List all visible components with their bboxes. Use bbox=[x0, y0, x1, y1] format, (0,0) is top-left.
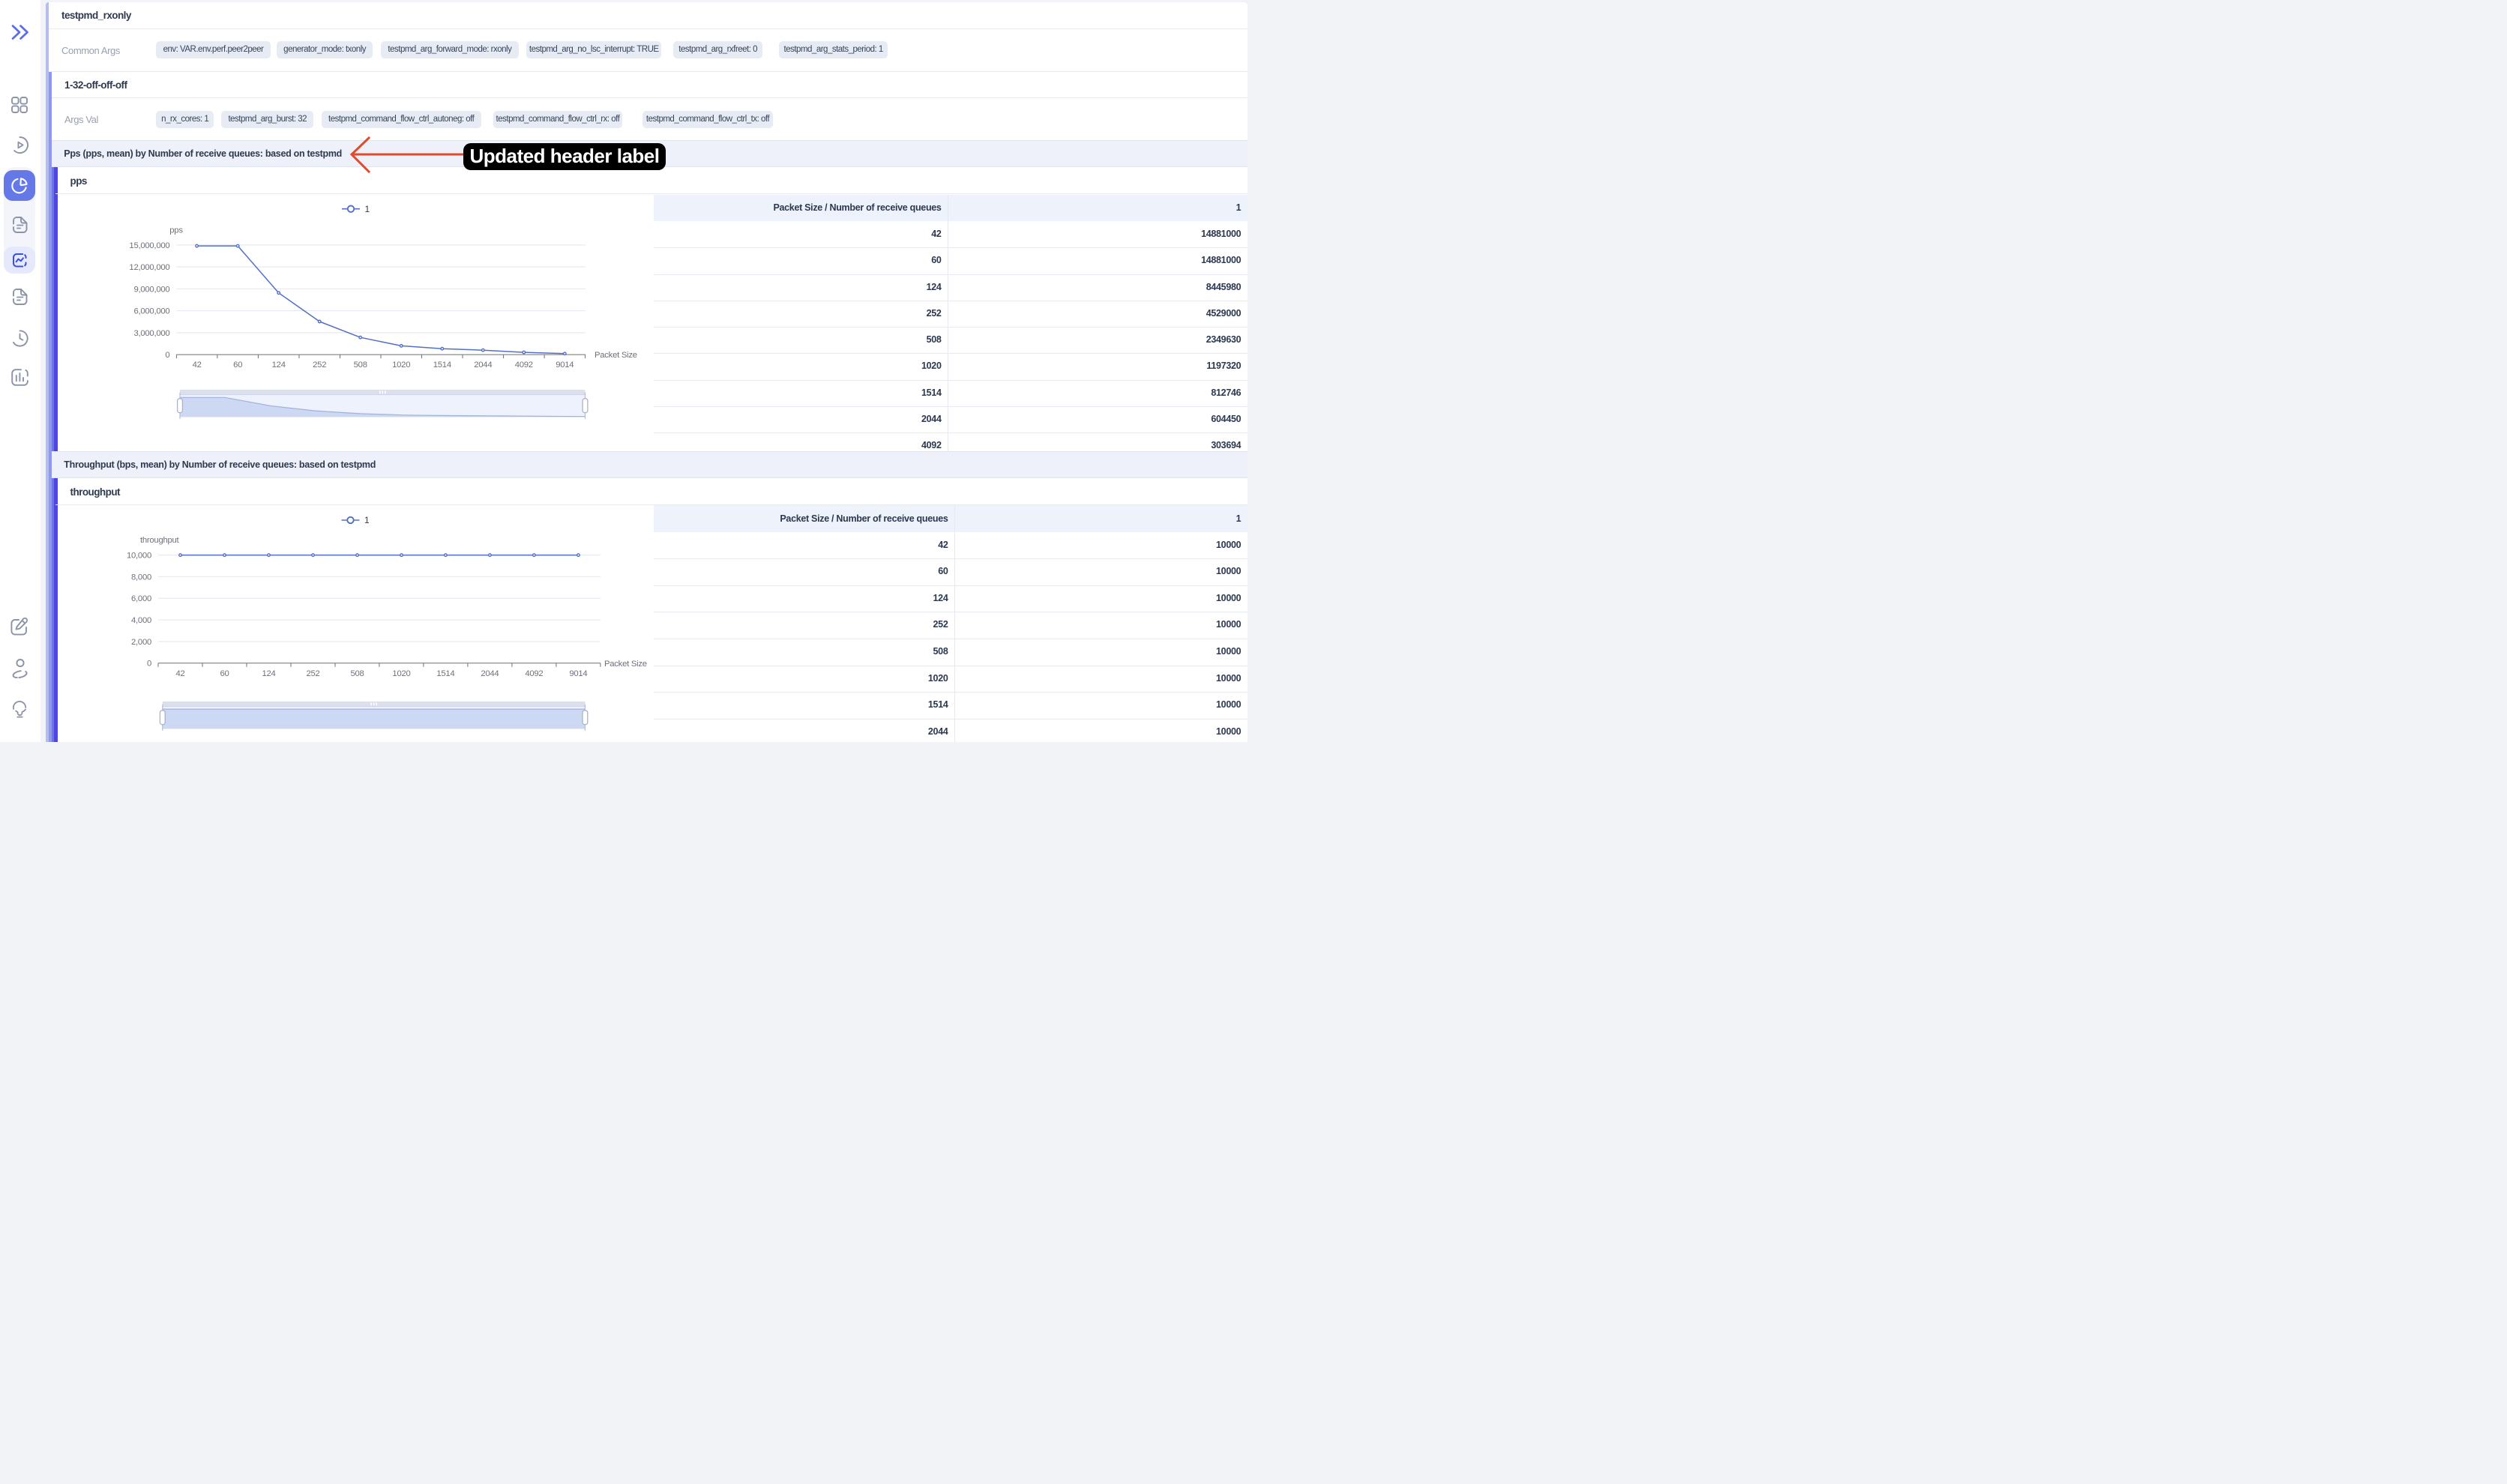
svg-text:252: 252 bbox=[313, 361, 326, 370]
svg-text:1020: 1020 bbox=[392, 669, 410, 678]
svg-text:1514: 1514 bbox=[433, 361, 451, 370]
svg-text:252: 252 bbox=[306, 669, 319, 678]
svg-text:42: 42 bbox=[175, 669, 184, 678]
svg-text:10,000: 10,000 bbox=[127, 552, 151, 561]
svg-text:Packet Size: Packet Size bbox=[595, 351, 637, 360]
svg-text:1020: 1020 bbox=[392, 361, 410, 370]
svg-text:1514: 1514 bbox=[436, 669, 454, 678]
svg-text:pps: pps bbox=[169, 226, 183, 235]
svg-text:2044: 2044 bbox=[474, 361, 492, 370]
svg-text:9,000,000: 9,000,000 bbox=[133, 286, 169, 295]
svg-text:0: 0 bbox=[165, 351, 169, 360]
svg-text:42: 42 bbox=[193, 361, 202, 370]
svg-text:124: 124 bbox=[272, 361, 286, 370]
svg-text:1: 1 bbox=[364, 516, 370, 526]
svg-text:9014: 9014 bbox=[556, 361, 574, 370]
svg-text:8,000: 8,000 bbox=[131, 573, 151, 582]
svg-text:4,000: 4,000 bbox=[131, 616, 151, 625]
svg-text:1: 1 bbox=[364, 204, 370, 214]
svg-text:60: 60 bbox=[220, 669, 229, 678]
svg-text:508: 508 bbox=[354, 361, 367, 370]
svg-text:6,000: 6,000 bbox=[131, 595, 151, 604]
svg-text:0: 0 bbox=[147, 660, 151, 669]
svg-text:2,000: 2,000 bbox=[131, 638, 151, 647]
svg-text:4092: 4092 bbox=[525, 669, 543, 678]
svg-text:60: 60 bbox=[233, 361, 242, 370]
svg-text:9014: 9014 bbox=[569, 669, 587, 678]
svg-text:15,000,000: 15,000,000 bbox=[129, 241, 169, 250]
svg-text:Packet Size: Packet Size bbox=[604, 660, 647, 669]
svg-text:6,000,000: 6,000,000 bbox=[133, 307, 169, 316]
svg-text:2044: 2044 bbox=[481, 669, 499, 678]
svg-text:4092: 4092 bbox=[515, 361, 533, 370]
svg-text:508: 508 bbox=[350, 669, 364, 678]
svg-text:3,000,000: 3,000,000 bbox=[133, 329, 169, 338]
svg-text:12,000,000: 12,000,000 bbox=[129, 263, 169, 272]
svg-text:throughput: throughput bbox=[140, 536, 180, 545]
svg-text:124: 124 bbox=[262, 669, 275, 678]
